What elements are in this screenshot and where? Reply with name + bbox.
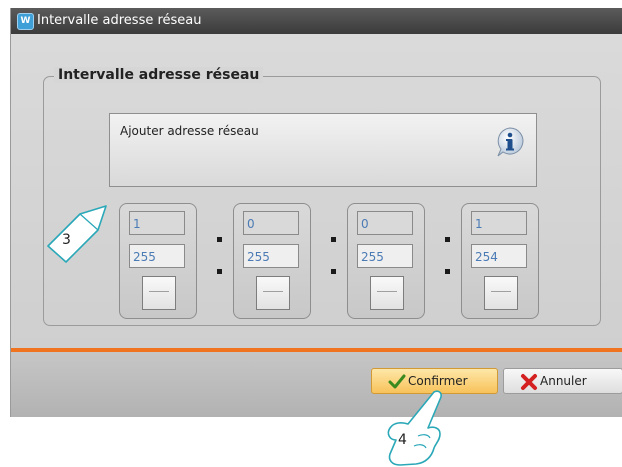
- octet-2-toggle-button[interactable]: [256, 276, 290, 310]
- separator-dot: [445, 269, 450, 274]
- octet-group-3: 0 255: [347, 203, 425, 319]
- info-icon[interactable]: [494, 126, 526, 158]
- groupbox-title: Intervalle adresse réseau: [54, 67, 264, 83]
- network-range-groupbox: Intervalle adresse réseau Ajouter adress…: [43, 67, 601, 326]
- separator-dot: [331, 237, 336, 242]
- octet-4-start-field[interactable]: 1: [471, 211, 527, 235]
- octet-2-end-field[interactable]: 255: [243, 244, 299, 268]
- octet-4-end-field[interactable]: 254: [471, 244, 527, 268]
- separator-dot: [217, 237, 222, 242]
- octet-4-toggle-button[interactable]: [484, 276, 518, 310]
- app-logo-icon: W: [17, 13, 34, 30]
- separator-dot: [445, 237, 450, 242]
- cancel-button[interactable]: Annuler: [503, 368, 622, 394]
- octet-3-start-field[interactable]: 0: [357, 211, 413, 235]
- octet-1-start-field[interactable]: 1: [129, 211, 185, 235]
- dialog-content: Intervalle adresse réseau Ajouter adress…: [11, 34, 622, 348]
- info-panel: Ajouter adresse réseau: [109, 113, 537, 187]
- hand-pointer-icon: [387, 390, 442, 466]
- separator-dot: [217, 269, 222, 274]
- dialog-footer: Confirmer Annuler: [11, 352, 622, 417]
- octet-1-end-field[interactable]: 255: [129, 244, 185, 268]
- title-bar: W Intervalle adresse réseau: [11, 8, 622, 34]
- octet-group-4: 1 254: [461, 203, 539, 319]
- octet-group-2: 0 255: [233, 203, 311, 319]
- callout-3-tag: [47, 205, 107, 263]
- info-text: Ajouter adresse réseau: [120, 124, 259, 138]
- octet-2-start-field[interactable]: 0: [243, 211, 299, 235]
- cancel-button-label: Annuler: [540, 374, 587, 388]
- callout-4-number: 4: [398, 432, 407, 448]
- octet-group-1: 1 255: [119, 203, 197, 319]
- callout-3-number: 3: [62, 232, 71, 248]
- cross-icon: [521, 374, 537, 390]
- window-title: Intervalle adresse réseau: [37, 13, 202, 28]
- octet-1-toggle-button[interactable]: [142, 276, 176, 310]
- octet-3-toggle-button[interactable]: [370, 276, 404, 310]
- octet-3-end-field[interactable]: 255: [357, 244, 413, 268]
- separator-dot: [331, 269, 336, 274]
